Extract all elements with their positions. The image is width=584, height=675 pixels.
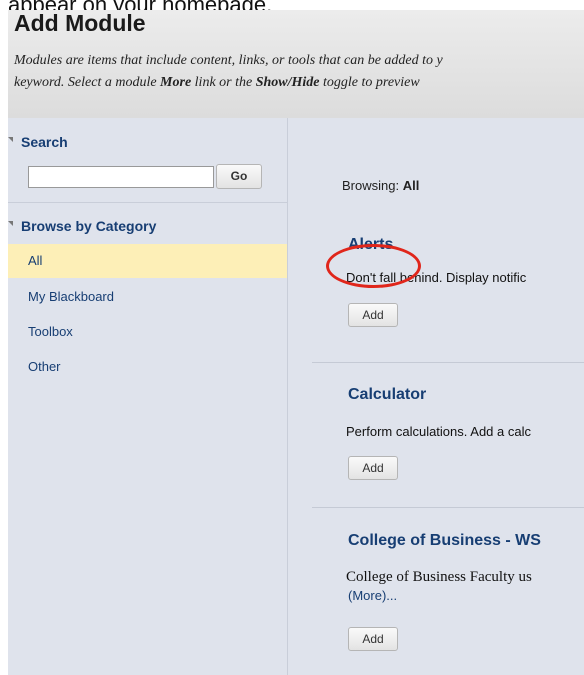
module-description: Don't fall behind. Display notific <box>346 270 527 285</box>
collapse-triangle-icon <box>8 136 13 142</box>
search-input[interactable] <box>28 166 214 188</box>
module-list-panel: Browsing: All Alerts Don't fall behind. … <box>288 118 584 675</box>
category-item-toolbox[interactable]: Toolbox <box>8 315 287 349</box>
intro-line-2: keyword. Select a module More link or th… <box>14 72 584 94</box>
module-description: College of Business Faculty us <box>346 569 532 585</box>
browsing-prefix: Browsing: <box>342 178 403 193</box>
category-item-all[interactable]: All <box>8 244 287 278</box>
page-intro: Modules are items that include content, … <box>14 50 584 94</box>
browsing-status: Browsing: All <box>342 178 419 193</box>
section-divider <box>8 202 287 203</box>
module-description: Perform calculations. Add a calc <box>346 424 531 439</box>
module-title-college-of-business[interactable]: College of Business - WS <box>348 532 541 550</box>
intro-more-emphasis: More <box>160 75 192 90</box>
search-heading: Search <box>21 134 68 150</box>
category-item-other[interactable]: Other <box>8 350 287 384</box>
page-title: Add Module <box>14 10 146 36</box>
page-header: Add Module Modules are items that includ… <box>8 10 584 118</box>
intro-text: link or the <box>191 75 256 90</box>
add-button-college-of-business[interactable]: Add <box>348 627 398 651</box>
more-link[interactable]: (More)... <box>348 588 397 603</box>
intro-text: keyword. Select a module <box>14 75 161 90</box>
search-section-toggle[interactable]: Search <box>8 134 68 150</box>
browsing-value: All <box>402 178 420 193</box>
browse-heading: Browse by Category <box>21 218 157 234</box>
category-item-my-blackboard[interactable]: My Blackboard <box>8 280 287 314</box>
module-divider <box>312 507 584 508</box>
intro-line-1: Modules are items that include content, … <box>14 53 443 68</box>
add-button-alerts[interactable]: Add <box>348 303 398 327</box>
sidebar: Search Go Browse by Category All My Blac… <box>8 118 288 675</box>
module-title-alerts[interactable]: Alerts <box>348 236 393 254</box>
module-divider <box>312 362 584 363</box>
browse-category-toggle[interactable]: Browse by Category <box>8 218 156 234</box>
add-button-calculator[interactable]: Add <box>348 456 398 480</box>
module-title-calculator[interactable]: Calculator <box>348 386 426 404</box>
intro-text: toggle to preview <box>319 75 420 90</box>
go-button[interactable]: Go <box>216 164 262 189</box>
intro-showhide-emphasis: Show/Hide <box>255 75 320 90</box>
collapse-triangle-icon <box>8 220 13 226</box>
